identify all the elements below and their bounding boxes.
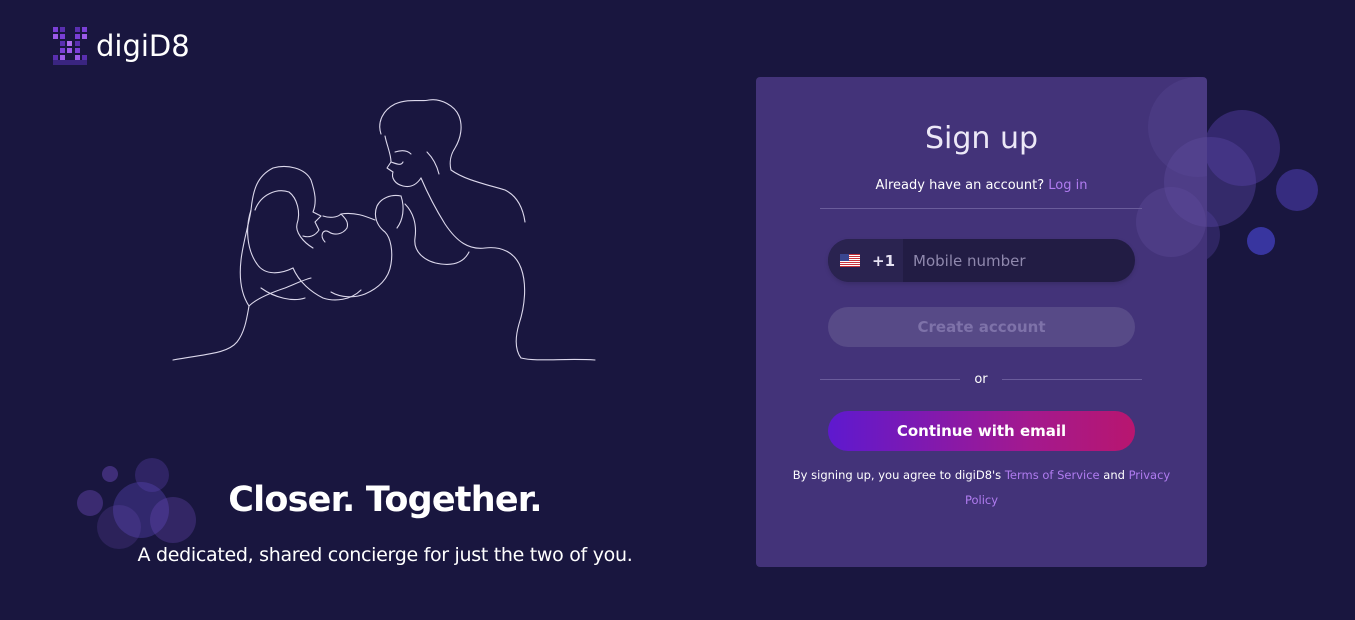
login-link[interactable]: Log in [1048, 178, 1087, 193]
mobile-number-input[interactable] [903, 239, 1135, 282]
terms-notice: By signing up, you agree to digiD8's Ter… [780, 463, 1183, 513]
terms-prefix: By signing up, you agree to digiD8's [792, 468, 1002, 482]
terms-of-service-link[interactable]: Terms of Service [1005, 468, 1100, 482]
mobile-number-field: +1 [828, 239, 1135, 282]
login-prompt: Already have an account? Log in [756, 178, 1207, 193]
decor-bubble [1247, 227, 1275, 255]
or-divider-line [1001, 378, 1142, 380]
terms-and: and [1103, 468, 1125, 482]
dial-code: +1 [872, 251, 896, 270]
or-divider: or [820, 369, 1142, 389]
or-text: or [974, 371, 988, 387]
decor-bubble [1136, 187, 1206, 257]
create-account-button[interactable]: Create account [828, 307, 1135, 347]
divider [820, 208, 1142, 209]
brand-name: digiD8 [96, 28, 190, 63]
us-flag-icon [840, 254, 860, 267]
continue-with-email-button[interactable]: Continue with email [828, 411, 1135, 451]
couple-line-illustration [172, 99, 596, 361]
signup-page: digiD8 Closer. Together. A dedicated, sh… [0, 0, 1355, 620]
country-code-picker[interactable]: +1 [828, 239, 904, 282]
login-prompt-text: Already have an account? [875, 178, 1045, 193]
logo-mark-icon [53, 27, 87, 65]
hero-subtitle: A dedicated, shared concierge for just t… [137, 544, 633, 566]
signup-heading: Sign up [924, 121, 1039, 156]
signup-card: Sign up Already have an account? Log in [756, 77, 1207, 567]
or-divider-line [820, 378, 961, 380]
hero-title: Closer. Together. [228, 480, 542, 520]
decor-bubble [1276, 169, 1318, 211]
brand-logo[interactable]: digiD8 [53, 27, 190, 65]
